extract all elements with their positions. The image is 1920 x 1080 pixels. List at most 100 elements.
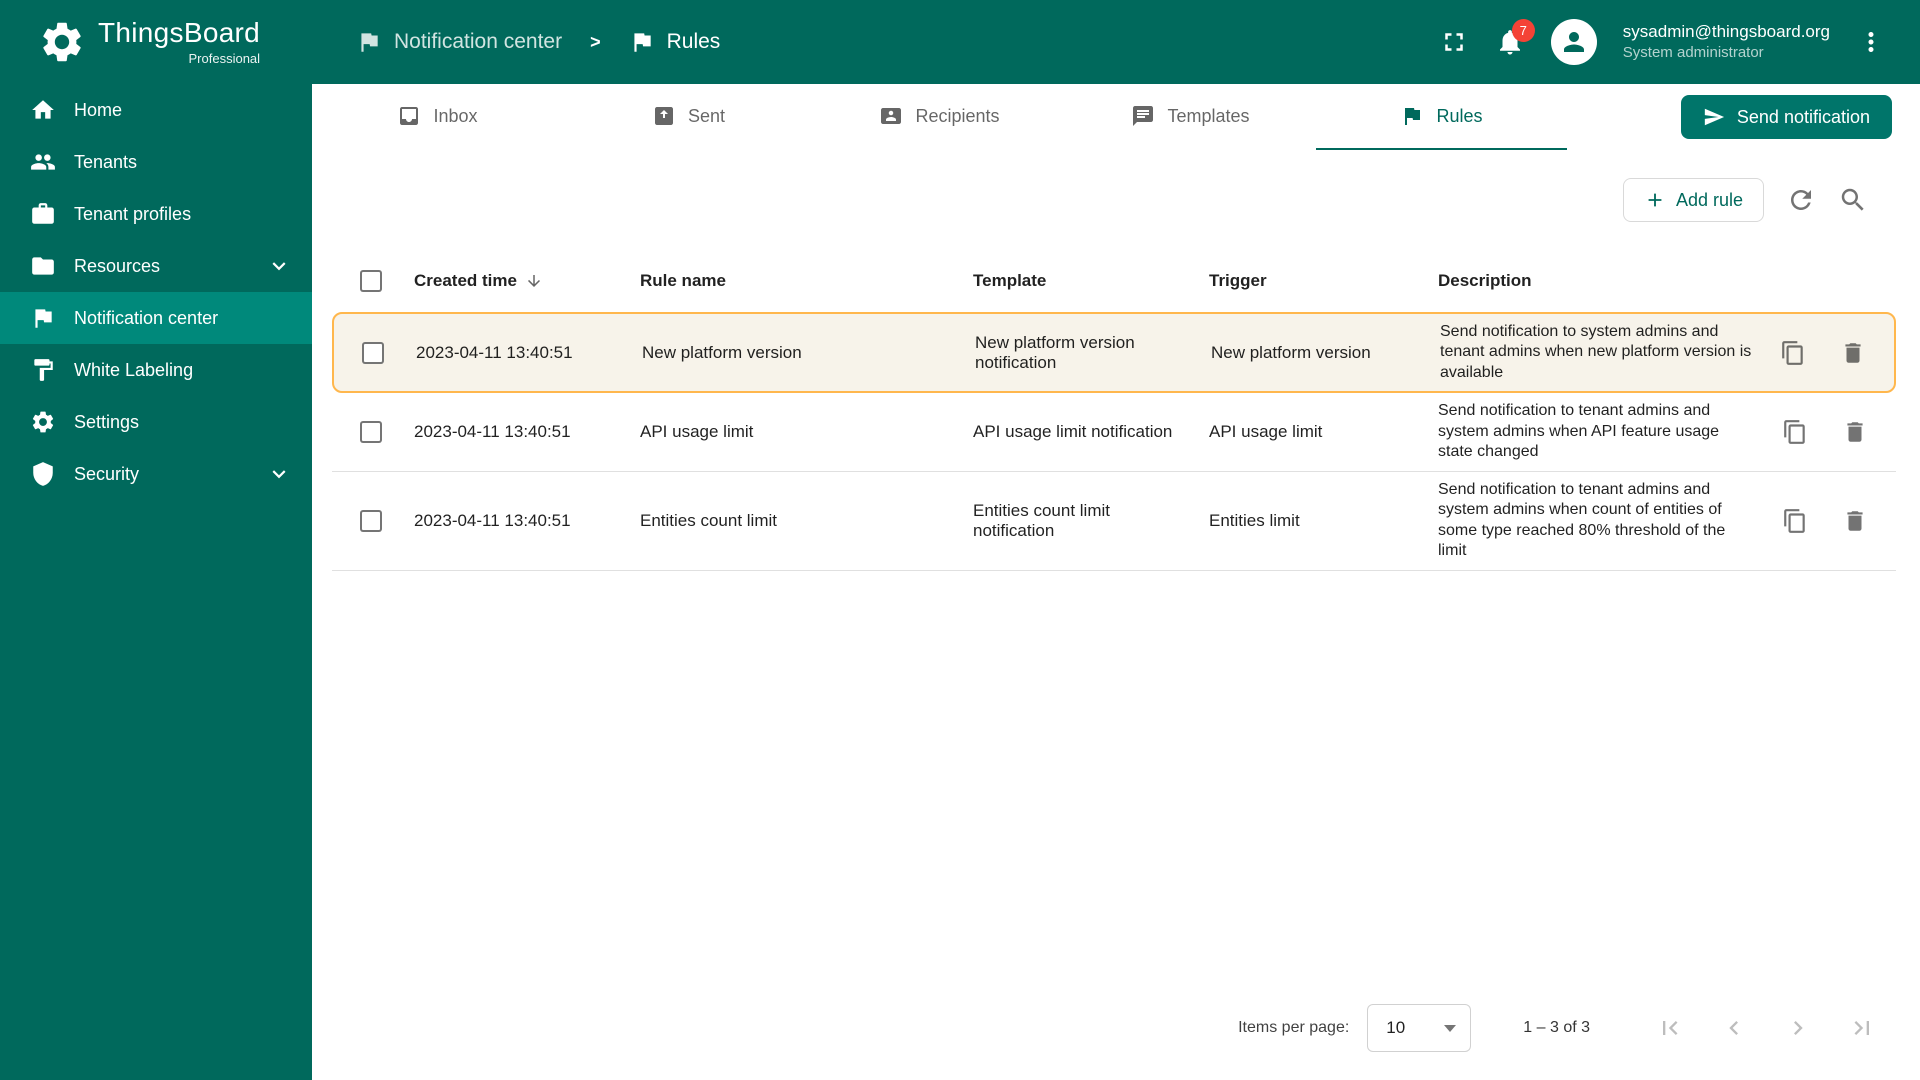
chevron-down-icon [272, 262, 286, 271]
cell-template: Entities count limit notification [973, 500, 1110, 540]
cell-trigger: API usage limit [1209, 422, 1323, 442]
trash-icon [1847, 422, 1863, 442]
cell-created-time: 2023-04-11 13:40:51 [414, 510, 571, 530]
sidebar-item-label: Tenant profiles [74, 203, 192, 224]
chevron-right-icon [1794, 1021, 1803, 1035]
page-range-label: 1 – 3 of 3 [1523, 1019, 1590, 1036]
refresh-button[interactable] [1786, 185, 1816, 215]
sort-desc-icon [525, 272, 543, 290]
last-page-button[interactable] [1848, 1014, 1876, 1042]
notification-center-icon [35, 309, 52, 328]
delete-rule-button[interactable] [1842, 508, 1868, 534]
last-page-icon [1854, 1021, 1869, 1035]
rules-icon [1405, 108, 1421, 125]
copy-rule-button[interactable] [1782, 419, 1808, 445]
row-actions [1770, 419, 1896, 445]
chevron-down-icon [272, 470, 286, 479]
pager-arrows [1656, 1014, 1876, 1042]
plus-icon [1648, 193, 1662, 207]
sidebar-item-tenant-profiles[interactable]: Tenant profiles [0, 188, 312, 240]
tab-templates[interactable]: Templates [1065, 84, 1316, 150]
column-header-rule-name[interactable]: Rule name [640, 271, 973, 291]
tab-label: Inbox [433, 105, 478, 126]
shield-icon [33, 462, 53, 486]
tab-sent[interactable]: Sent [563, 84, 814, 150]
breadcrumb: Notification center > Rules [356, 29, 720, 55]
app-window: ThingsBoard Professional Home Tenants Te… [0, 0, 1920, 1080]
sidebar-item-label: Tenants [74, 151, 138, 172]
sidebar-item-home[interactable]: Home [0, 84, 312, 136]
row-actions [1768, 340, 1894, 366]
table-row[interactable]: 2023-04-11 13:40:51 New platform version… [332, 312, 1896, 394]
cell-template: API usage limit notification [973, 422, 1173, 442]
topbar-actions: 7 sysadmin@thingsboard.org System admini… [1439, 19, 1886, 65]
delete-rule-button[interactable] [1840, 340, 1866, 366]
sidebar-item-settings[interactable]: Settings [0, 396, 312, 448]
sidebar-item-notification-center[interactable]: Notification center [0, 292, 312, 344]
tab-inbox[interactable]: Inbox [312, 84, 563, 150]
send-notification-label: Send notification [1736, 106, 1870, 127]
items-per-page-value: 10 [1386, 1018, 1406, 1037]
sidebar-item-security[interactable]: Security [0, 448, 312, 500]
copy-icon [1782, 340, 1803, 365]
sidebar-item-label: White Labeling [74, 359, 194, 380]
avatar-icon [1563, 32, 1584, 52]
first-page-button[interactable] [1656, 1014, 1684, 1042]
notification-center-icon [361, 33, 378, 52]
tab-recipients[interactable]: Recipients [814, 84, 1065, 150]
copy-icon [1784, 508, 1805, 533]
sidebar-item-label: Security [74, 463, 140, 484]
more-menu-button[interactable] [1856, 27, 1886, 57]
table-toolbar: Add rule [312, 150, 1920, 250]
user-email: sysadmin@thingsboard.org [1622, 22, 1830, 42]
copy-rule-button[interactable] [1780, 340, 1806, 366]
add-rule-button[interactable]: Add rule [1622, 178, 1764, 222]
table-row[interactable]: 2023-04-11 13:40:51 Entities count limit… [332, 472, 1896, 571]
column-header-description[interactable]: Description [1438, 271, 1770, 291]
user-info[interactable]: sysadmin@thingsboard.org System administ… [1623, 21, 1830, 63]
thingsboard-logo[interactable]: ThingsBoard Professional [0, 0, 312, 84]
copy-rule-button[interactable] [1782, 508, 1808, 534]
column-header-trigger[interactable]: Trigger [1209, 271, 1438, 291]
previous-page-button[interactable] [1720, 1014, 1748, 1042]
top-bar: Notification center > Rules 7 sysadmin@t… [312, 0, 1920, 84]
breadcrumb-notification-center[interactable]: Notification center [356, 29, 562, 55]
row-checkbox[interactable] [362, 341, 384, 364]
row-checkbox[interactable] [360, 421, 382, 444]
column-header-created-time[interactable]: Created time [414, 271, 640, 291]
items-per-page-select[interactable]: 10 [1367, 1004, 1472, 1052]
search-button[interactable] [1838, 185, 1868, 215]
sidebar-nav: Home Tenants Tenant profiles Resources N… [0, 84, 312, 500]
tab-label: Sent [687, 105, 726, 126]
user-avatar[interactable] [1550, 19, 1597, 65]
cell-description: Send notification to tenant admins and s… [1438, 402, 1720, 461]
sidebar-item-white-labeling[interactable]: White Labeling [0, 344, 312, 396]
cell-rule-name: New platform version [642, 342, 802, 362]
dropdown-caret-icon [1444, 1024, 1457, 1032]
sidebar-item-resources[interactable]: Resources [0, 240, 312, 292]
cell-rule-name: Entities count limit [640, 510, 777, 530]
first-page-icon [1663, 1021, 1678, 1035]
select-all-checkbox[interactable] [360, 270, 382, 292]
more-vert-icon [1868, 32, 1874, 52]
tab-rules[interactable]: Rules [1316, 84, 1567, 150]
main-content: Inbox Sent Recipients Templates Rules Se… [312, 84, 1920, 1080]
table-row[interactable]: 2023-04-11 13:40:51 API usage limit API … [332, 393, 1896, 472]
cell-rule-name: API usage limit [640, 422, 754, 442]
fullscreen-button[interactable] [1439, 27, 1469, 57]
notifications-button[interactable]: 7 [1495, 19, 1535, 57]
sidebar-item-tenants[interactable]: Tenants [0, 136, 312, 188]
cell-description: Send notification to tenant admins and s… [1438, 480, 1726, 560]
sent-icon [654, 107, 673, 125]
row-checkbox[interactable] [360, 509, 382, 532]
cell-trigger: New platform version [1211, 342, 1371, 362]
breadcrumb-separator: > [590, 31, 601, 52]
tenant-profiles-icon [32, 203, 54, 224]
column-header-template[interactable]: Template [973, 271, 1209, 291]
delete-rule-button[interactable] [1842, 419, 1868, 445]
next-page-button[interactable] [1784, 1014, 1812, 1042]
trash-icon [1847, 511, 1863, 531]
paint-icon [34, 359, 53, 381]
send-notification-button[interactable]: Send notification [1680, 95, 1892, 139]
tenants-icon [31, 154, 55, 170]
